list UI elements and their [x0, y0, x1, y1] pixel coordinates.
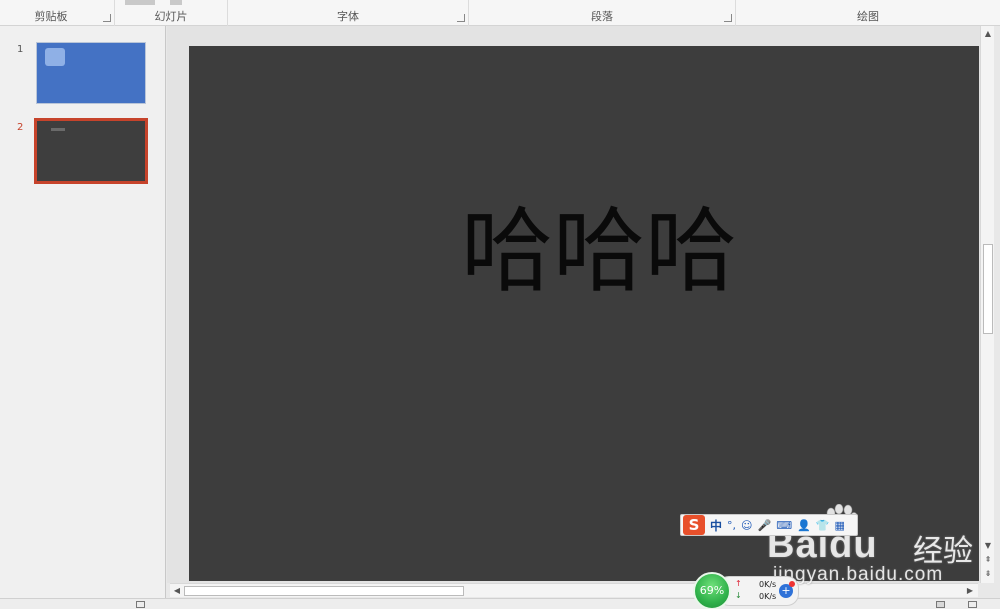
group-drawing: 绘图	[736, 0, 1000, 26]
microphone-icon[interactable]: 🎤	[757, 520, 771, 531]
scroll-left-icon[interactable]: ◀	[171, 585, 183, 597]
skin-icon[interactable]: 👕	[816, 520, 830, 531]
network-speed-widget[interactable]: 69% ↑ 0K/s ↓ 0K/s +	[693, 572, 801, 609]
group-label: 剪贴板	[34, 10, 68, 23]
normal-view-icon[interactable]	[936, 601, 945, 608]
group-label: 段落	[591, 10, 613, 23]
slide-sorter-icon[interactable]	[968, 601, 977, 608]
punctuation-icon[interactable]: °,	[727, 520, 736, 531]
scroll-up-icon[interactable]: ▲	[982, 28, 994, 40]
slide-thumbnail-1[interactable]	[36, 42, 146, 104]
horizontal-scroll-thumb[interactable]	[184, 586, 464, 596]
upload-speed: 0K/s	[759, 580, 777, 589]
group-paragraph: 段落	[469, 0, 736, 26]
notes-icon[interactable]	[136, 601, 145, 608]
picture-icon	[45, 48, 65, 66]
group-label: 幻灯片	[154, 10, 188, 23]
thumbnail-text	[51, 128, 65, 131]
group-clipboard: 剪贴板	[0, 0, 115, 26]
vertical-scroll-thumb[interactable]	[983, 244, 993, 334]
slide-thumbnail-pane[interactable]: 1 2	[0, 26, 166, 598]
group-font: 字体	[228, 0, 469, 26]
notification-dot	[789, 581, 795, 587]
keyboard-icon[interactable]: ⌨	[776, 520, 792, 531]
dialog-launcher-icon[interactable]	[103, 14, 111, 22]
dialog-launcher-icon[interactable]	[724, 14, 732, 22]
group-label: 绘图	[857, 10, 879, 23]
upload-arrow-icon: ↑	[735, 579, 742, 588]
group-slides: 幻灯片	[115, 0, 228, 26]
dialog-launcher-icon[interactable]	[457, 14, 465, 22]
slide-number: 2	[17, 122, 24, 133]
slide-thumbnail-2[interactable]	[34, 118, 148, 184]
group-label: 字体	[337, 10, 359, 23]
slide-title-text[interactable]: 哈哈哈	[444, 206, 754, 298]
status-bar	[0, 598, 1000, 609]
emoji-icon[interactable]: ☺	[741, 520, 752, 531]
download-arrow-icon: ↓	[735, 591, 742, 600]
ime-toolbar[interactable]: S 中 °, ☺ 🎤 ⌨ 👤 👕 ▦	[680, 514, 858, 536]
memory-usage-ball[interactable]: 69%	[693, 572, 731, 609]
slide-number: 1	[17, 44, 24, 55]
ribbon: 剪贴板 幻灯片 字体 段落 绘图	[0, 0, 1000, 26]
toolbox-icon[interactable]: ▦	[834, 520, 844, 531]
ime-mode-toggle[interactable]: 中	[710, 517, 722, 534]
sogou-logo-icon[interactable]: S	[683, 515, 705, 535]
user-icon[interactable]: 👤	[797, 520, 811, 531]
download-speed: 0K/s	[759, 592, 777, 601]
